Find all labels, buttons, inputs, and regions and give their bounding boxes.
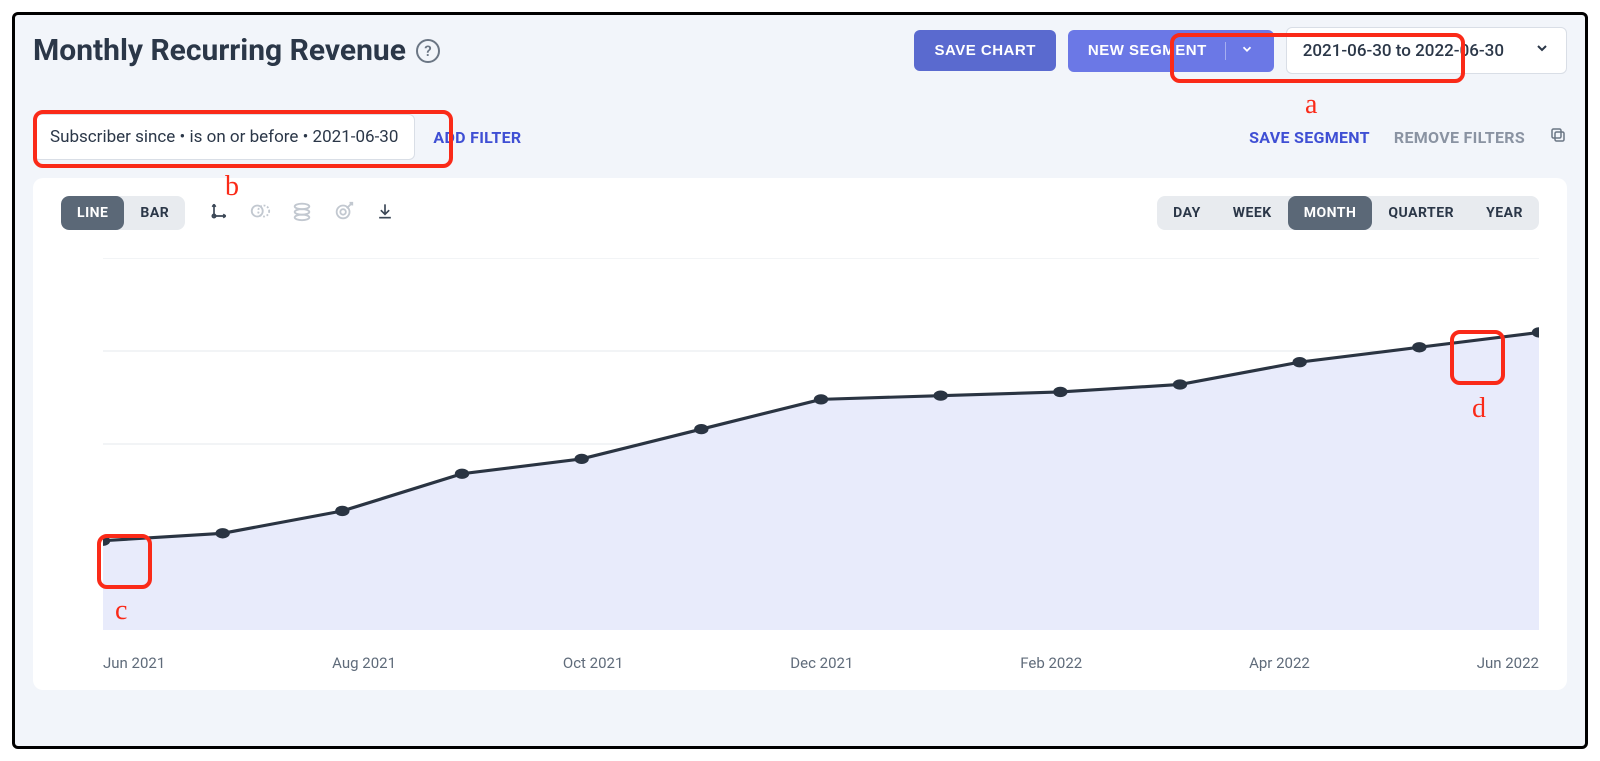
filter-row: Subscriber since • is on or before • 202… — [33, 114, 1567, 160]
remove-filters-link[interactable]: REMOVE FILTERS — [1394, 128, 1525, 147]
copy-icon[interactable] — [1549, 126, 1567, 148]
chevron-down-icon — [1534, 40, 1550, 61]
axes-icon[interactable] — [209, 201, 229, 225]
granularity-quarter[interactable]: QUARTER — [1372, 196, 1470, 230]
page-title: Monthly Recurring Revenue ? — [33, 33, 440, 68]
x-axis-tick: Oct 2021 — [563, 654, 624, 672]
filter-chip[interactable]: Subscriber since • is on or before • 202… — [33, 114, 415, 160]
header-buttons: SAVE CHART NEW SEGMENT 2021-06-30 to 202… — [914, 27, 1567, 74]
header-row: Monthly Recurring Revenue ? SAVE CHART N… — [33, 27, 1567, 74]
chart-type-toggle: LINE BAR — [61, 196, 185, 230]
save-chart-button[interactable]: SAVE CHART — [914, 30, 1055, 71]
chart-toolbar: LINE BAR DAY WEEK MONTH QUARTER YEAR — [61, 196, 1539, 230]
new-segment-button[interactable]: NEW SEGMENT — [1068, 30, 1274, 72]
chart-tool-icons — [209, 200, 395, 226]
x-axis-tick: Aug 2021 — [332, 654, 396, 672]
plot-area — [103, 258, 1539, 630]
line-chart-svg — [103, 258, 1539, 630]
x-axis-tick: Jun 2022 — [1477, 654, 1539, 672]
chevron-down-icon — [1225, 42, 1254, 60]
chart-type-line[interactable]: LINE — [61, 196, 124, 230]
x-axis-tick: Apr 2022 — [1249, 654, 1310, 672]
x-axis-tick: Jun 2021 — [103, 654, 165, 672]
granularity-month[interactable]: MONTH — [1288, 196, 1373, 230]
save-segment-link[interactable]: SAVE SEGMENT — [1249, 128, 1370, 147]
filter-right: SAVE SEGMENT REMOVE FILTERS — [1249, 126, 1567, 148]
stack-icon[interactable] — [291, 200, 313, 226]
target-icon[interactable] — [333, 200, 355, 226]
date-range-picker[interactable]: 2021-06-30 to 2022-06-30 — [1286, 27, 1567, 74]
filter-left: Subscriber since • is on or before • 202… — [33, 114, 521, 160]
chart-card: LINE BAR DAY WEEK MONTH QUARTER YEAR — [33, 178, 1567, 690]
new-segment-label: NEW SEGMENT — [1088, 42, 1207, 59]
granularity-week[interactable]: WEEK — [1217, 196, 1288, 230]
page-title-text: Monthly Recurring Revenue — [33, 33, 406, 68]
download-icon[interactable] — [375, 201, 395, 225]
chart-type-bar[interactable]: BAR — [124, 196, 185, 230]
granularity-day[interactable]: DAY — [1157, 196, 1217, 230]
circles-icon[interactable] — [249, 200, 271, 226]
x-axis-tick: Dec 2021 — [790, 654, 853, 672]
x-axis-labels: Jun 2021 Aug 2021 Oct 2021 Dec 2021 Feb 2022… — [103, 654, 1539, 672]
granularity-year[interactable]: YEAR — [1470, 196, 1539, 230]
help-icon[interactable]: ? — [416, 39, 440, 63]
granularity-toggle: DAY WEEK MONTH QUARTER YEAR — [1157, 196, 1539, 230]
dashboard-frame: Monthly Recurring Revenue ? SAVE CHART N… — [12, 12, 1588, 749]
left-tools: LINE BAR — [61, 196, 395, 230]
add-filter-link[interactable]: ADD FILTER — [433, 128, 521, 147]
x-axis-tick: Feb 2022 — [1020, 654, 1082, 672]
date-range-text: 2021-06-30 to 2022-06-30 — [1303, 41, 1504, 61]
